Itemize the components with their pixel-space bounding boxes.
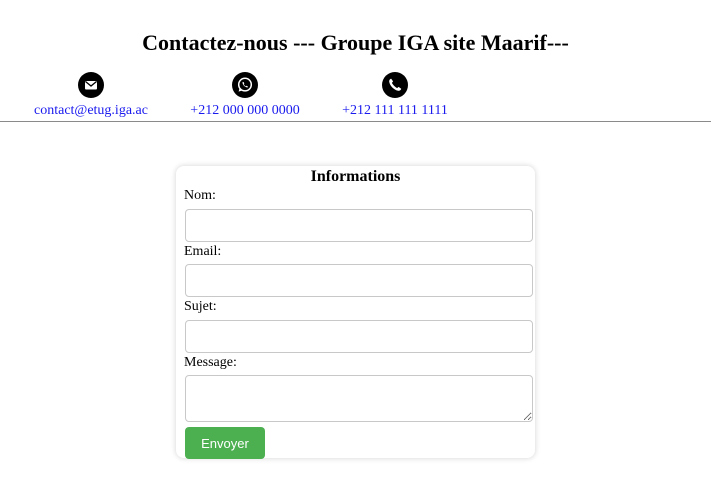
whatsapp-link[interactable]: +212 000 000 0000 bbox=[188, 103, 302, 119]
contact-form: Informations Nom: Email: Sujet: Message:… bbox=[176, 166, 535, 459]
phone-icon bbox=[382, 72, 408, 98]
email-link[interactable]: contact@etug.iga.ac bbox=[32, 103, 150, 119]
nom-input[interactable] bbox=[185, 209, 533, 242]
message-label: Message: bbox=[184, 355, 237, 370]
submit-button[interactable]: Envoyer bbox=[185, 427, 265, 459]
email-label: Email: bbox=[184, 244, 222, 259]
sujet-label: Sujet: bbox=[184, 299, 217, 314]
envelope-icon bbox=[78, 72, 104, 98]
header-divider bbox=[0, 121, 711, 122]
nom-label: Nom: bbox=[184, 188, 216, 203]
contact-phone: +212 111 111 1111 bbox=[340, 72, 450, 119]
contact-email: contact@etug.iga.ac bbox=[32, 72, 150, 119]
contact-whatsapp: +212 000 000 0000 bbox=[188, 72, 302, 119]
phone-link[interactable]: +212 111 111 1111 bbox=[340, 103, 450, 119]
form-title: Informations bbox=[310, 168, 401, 185]
message-textarea[interactable] bbox=[185, 375, 533, 422]
page-title: Contactez-nous --- Groupe IGA site Maari… bbox=[142, 30, 569, 55]
sujet-input[interactable] bbox=[185, 320, 533, 353]
email-input[interactable] bbox=[185, 264, 533, 297]
whatsapp-icon bbox=[232, 72, 258, 98]
